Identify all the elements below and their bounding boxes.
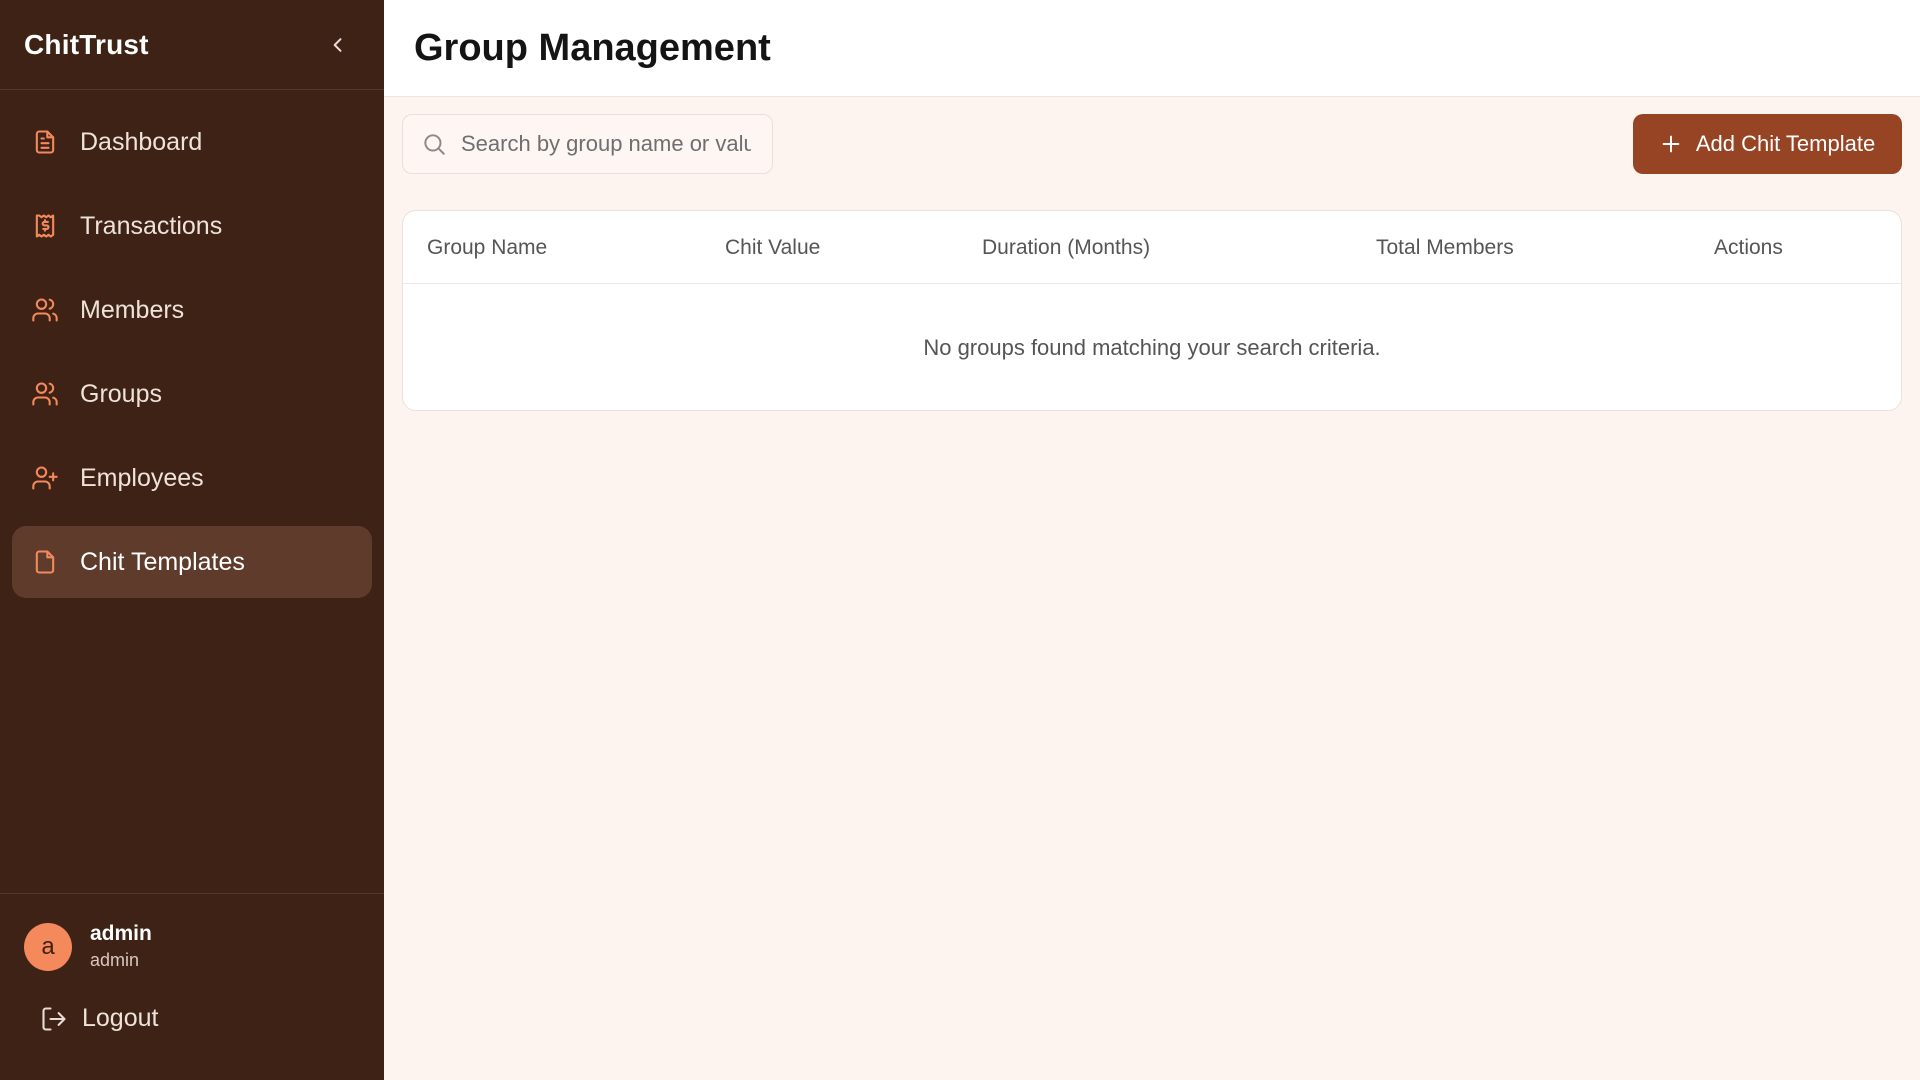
groups-table: Group Name Chit Value Duration (Months) … <box>402 210 1902 411</box>
users-icon <box>30 295 60 325</box>
sidebar-item-label: Employees <box>80 463 204 492</box>
column-header-chit-value[interactable]: Chit Value <box>725 211 820 284</box>
user-profile: a admin admin <box>24 922 152 971</box>
toolbar: Add Chit Template <box>402 114 1902 174</box>
sidebar-item-employees[interactable]: Employees <box>12 442 372 514</box>
page-header: Group Management <box>384 0 1920 97</box>
column-header-duration[interactable]: Duration (Months) <box>982 211 1150 284</box>
sidebar: ChitTrust Dashboard Transactions Members <box>0 0 384 1080</box>
add-chit-template-button[interactable]: Add Chit Template <box>1633 114 1902 174</box>
table-header: Group Name Chit Value Duration (Months) … <box>403 211 1901 284</box>
main-content: Group Management Add Chit Template Group… <box>384 0 1920 1080</box>
sidebar-nav: Dashboard Transactions Members Groups Em… <box>0 90 384 598</box>
chevron-left-icon <box>333 37 342 52</box>
sidebar-item-dashboard[interactable]: Dashboard <box>12 106 372 178</box>
column-header-actions: Actions <box>1714 235 1783 259</box>
receipt-icon <box>30 211 60 241</box>
user-name: admin <box>90 922 152 945</box>
column-header-group-name[interactable]: Group Name <box>427 211 547 284</box>
file-icon <box>30 547 60 577</box>
logout-label: Logout <box>82 1004 159 1032</box>
sidebar-footer: a admin admin Logout <box>0 893 384 1080</box>
sidebar-item-members[interactable]: Members <box>12 274 372 346</box>
avatar: a <box>24 922 72 971</box>
sidebar-header: ChitTrust <box>0 0 384 90</box>
empty-state-message: No groups found matching your search cri… <box>923 335 1381 360</box>
plus-icon <box>1660 133 1682 155</box>
logout-icon <box>42 1006 66 1031</box>
search-icon <box>424 134 445 155</box>
sidebar-item-label: Chit Templates <box>80 547 245 576</box>
sidebar-item-label: Dashboard <box>80 127 203 156</box>
file-text-icon <box>30 127 60 157</box>
users-icon <box>30 379 60 409</box>
collapse-sidebar-button[interactable] <box>318 25 358 65</box>
sidebar-item-transactions[interactable]: Transactions <box>12 190 372 262</box>
column-header-total-members[interactable]: Total Members <box>1376 211 1514 284</box>
user-plus-icon <box>30 463 60 493</box>
search-box[interactable] <box>402 114 773 174</box>
logout-button[interactable]: Logout <box>40 1004 158 1033</box>
page-title: Group Management <box>414 26 771 69</box>
sidebar-item-groups[interactable]: Groups <box>12 358 372 430</box>
sidebar-item-chit-templates[interactable]: Chit Templates <box>12 526 372 598</box>
sidebar-item-label: Members <box>80 295 185 324</box>
sidebar-item-label: Groups <box>80 379 162 408</box>
sidebar-item-label: Transactions <box>80 211 223 240</box>
search-input[interactable] <box>461 131 751 157</box>
brand-logo: ChitTrust <box>24 28 149 60</box>
add-chit-template-label: Add Chit Template <box>1695 131 1876 156</box>
user-role: admin <box>90 950 140 970</box>
